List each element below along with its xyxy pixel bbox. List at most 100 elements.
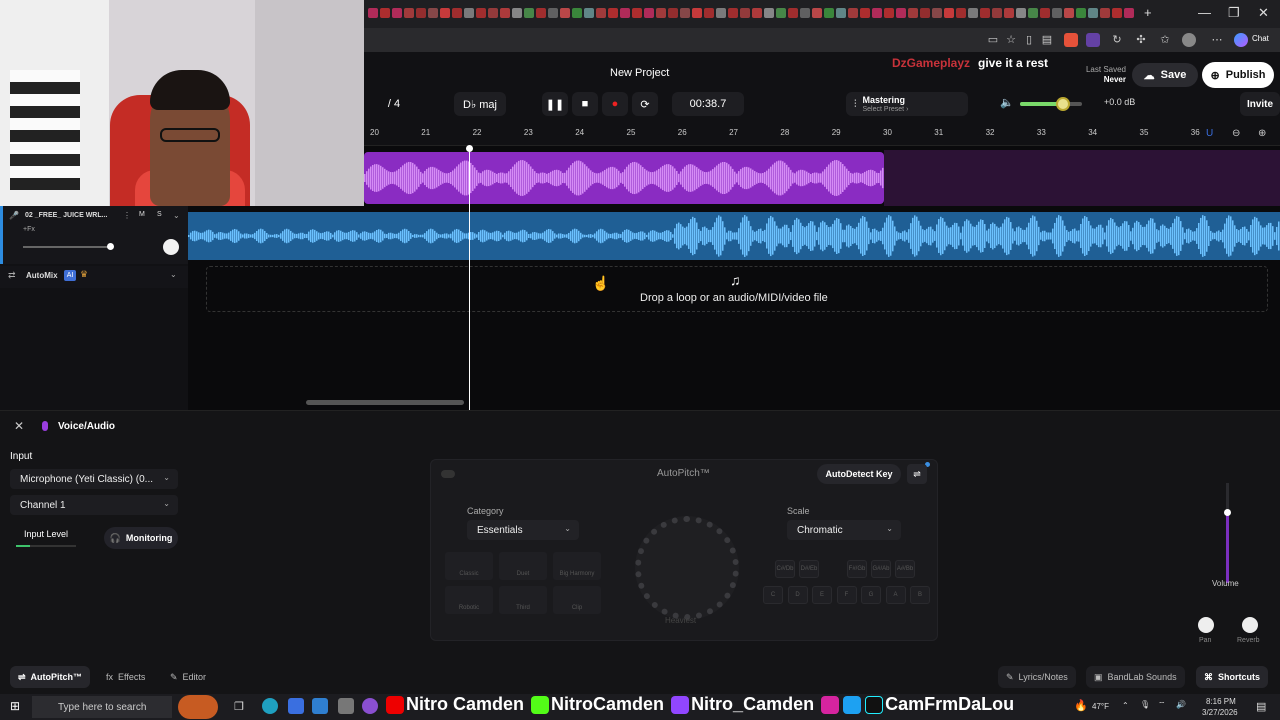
browser-tab-favicon[interactable]: [1100, 8, 1110, 18]
tab-editor[interactable]: ✎ Editor: [162, 666, 214, 688]
split-icon[interactable]: ▯: [1022, 33, 1036, 47]
volume-meter[interactable]: [1224, 483, 1231, 583]
close-icon[interactable]: ✕: [14, 419, 24, 433]
browser-tab-favicon[interactable]: [1088, 8, 1098, 18]
app-icon-4[interactable]: [362, 698, 378, 714]
maximize-button[interactable]: ❐: [1228, 5, 1240, 21]
horizontal-scrollbar[interactable]: [306, 400, 464, 405]
add-fx-button[interactable]: +Fx: [23, 226, 35, 233]
mic-tray-icon[interactable]: 🎙: [1140, 700, 1150, 709]
mute-button[interactable]: M: [139, 211, 145, 218]
speaker-icon[interactable]: 🔈: [1000, 96, 1014, 109]
extensions-icon[interactable]: ✣: [1134, 33, 1148, 47]
favorite-icon[interactable]: ☆: [1004, 33, 1018, 47]
autodetect-key-button[interactable]: AutoDetect Key: [817, 464, 901, 484]
browser-tab-favicon[interactable]: [512, 8, 522, 18]
channel-select[interactable]: Channel 1 ⌄: [10, 495, 178, 515]
browser-tab-favicon[interactable]: [776, 8, 786, 18]
scale-select[interactable]: Chromatic ⌄: [787, 520, 901, 540]
settings-icon[interactable]: ⇌: [907, 464, 927, 484]
browser-tab-favicon[interactable]: [632, 8, 642, 18]
browser-tab-favicon[interactable]: [488, 8, 498, 18]
browser-tab-favicon[interactable]: [716, 8, 726, 18]
task-view-icon[interactable]: ❐: [234, 700, 244, 713]
browser-tab-favicon[interactable]: [440, 8, 450, 18]
preset-button[interactable]: Robotic: [445, 586, 493, 614]
edge-icon[interactable]: [262, 698, 278, 714]
more-menu-icon[interactable]: ⋯: [1210, 33, 1224, 47]
browser-tab-favicon[interactable]: [560, 8, 570, 18]
solo-button[interactable]: S: [157, 211, 162, 218]
browser-tab-favicon[interactable]: [1052, 8, 1062, 18]
category-select[interactable]: Essentials ⌄: [467, 520, 579, 540]
track-chevron-icon[interactable]: ⌄: [173, 211, 180, 220]
browser-tab-favicon[interactable]: [524, 8, 534, 18]
key-button-sharp[interactable]: C#/Db: [775, 560, 795, 578]
browser-tab-favicon[interactable]: [368, 8, 378, 18]
browser-tab-favicon[interactable]: [764, 8, 774, 18]
taskbar-search-input[interactable]: Type here to search: [32, 696, 172, 718]
track-menu-icon[interactable]: ⋮: [123, 211, 131, 220]
preset-button[interactable]: Big Harmony: [553, 552, 601, 580]
favorites-bar-icon[interactable]: ✩: [1158, 33, 1172, 47]
browser-tab-favicon[interactable]: [740, 8, 750, 18]
key-button[interactable]: D♭ maj: [454, 92, 506, 116]
browser-tab-favicon[interactable]: [584, 8, 594, 18]
browser-tab-favicon[interactable]: [752, 8, 762, 18]
minimize-button[interactable]: —: [1198, 5, 1211, 20]
profile-avatar[interactable]: [1182, 33, 1196, 47]
browser-tab-favicon[interactable]: [896, 8, 906, 18]
stop-button[interactable]: ■: [572, 92, 598, 116]
loop-button[interactable]: ⟳: [632, 92, 658, 116]
playhead[interactable]: [469, 148, 470, 410]
tab-autopitch[interactable]: ⇌ AutoPitch™: [10, 666, 91, 688]
preset-button[interactable]: Clip: [553, 586, 601, 614]
pan-knob[interactable]: [1198, 617, 1214, 633]
track-pan-knob[interactable]: [163, 239, 179, 255]
preset-button[interactable]: Classic: [445, 552, 493, 580]
record-button[interactable]: ●: [602, 92, 628, 116]
browser-tab-favicon[interactable]: [608, 8, 618, 18]
zoom-out-icon[interactable]: ⊖: [1232, 128, 1240, 139]
key-button-natural[interactable]: E: [812, 586, 832, 604]
browser-tab-favicon[interactable]: [620, 8, 630, 18]
track-volume-knob[interactable]: [107, 243, 114, 250]
playhead-handle[interactable]: [466, 145, 473, 152]
time-signature[interactable]: / 4: [374, 92, 414, 116]
tab-lyrics[interactable]: ✎ Lyrics/Notes: [998, 666, 1076, 688]
browser-tab-favicon[interactable]: [656, 8, 666, 18]
browser-tab-favicon[interactable]: [980, 8, 990, 18]
key-button-natural[interactable]: B: [910, 586, 930, 604]
browser-tab-favicon[interactable]: [548, 8, 558, 18]
automix-chevron-icon[interactable]: ⌄: [170, 270, 177, 279]
browser-tab-favicon[interactable]: [404, 8, 414, 18]
notification-center-icon[interactable]: ▤: [1256, 700, 1266, 713]
browser-tab-favicon[interactable]: [500, 8, 510, 18]
tab-sounds[interactable]: ▣ BandLab Sounds: [1086, 666, 1185, 688]
browser-tab-favicon[interactable]: [704, 8, 714, 18]
key-button-natural[interactable]: G: [861, 586, 881, 604]
browser-tab-favicon[interactable]: [992, 8, 1002, 18]
key-button-sharp[interactable]: D#/Eb: [799, 560, 819, 578]
key-button-natural[interactable]: A: [885, 586, 906, 604]
windows-start-icon[interactable]: ⊞: [10, 699, 20, 713]
track-name[interactable]: 02 _FREE_ JUICE WRL...: [25, 212, 117, 219]
beat-clip[interactable]: [188, 212, 1280, 260]
reverb-knob[interactable]: [1242, 617, 1258, 633]
browser-tab-favicon[interactable]: [464, 8, 474, 18]
magnet-icon[interactable]: U: [1206, 128, 1213, 139]
master-volume-slider[interactable]: [1020, 97, 1082, 111]
pause-button[interactable]: ❚❚: [542, 92, 568, 116]
extension-icon[interactable]: [1064, 33, 1078, 47]
browser-tab-favicon[interactable]: [596, 8, 606, 18]
volume-tray-icon[interactable]: 🔊: [1176, 700, 1186, 709]
twitch-extension-icon[interactable]: [1086, 33, 1100, 47]
browser-tab-favicon[interactable]: [968, 8, 978, 18]
browser-tab-favicon[interactable]: [728, 8, 738, 18]
collections-icon[interactable]: ▤: [1040, 33, 1054, 47]
browser-tab-favicon[interactable]: [452, 8, 462, 18]
vocal-clip[interactable]: [364, 152, 884, 204]
browser-tab-favicon[interactable]: [824, 8, 834, 18]
volume-meter-knob[interactable]: [1224, 509, 1231, 516]
tray-chevron-icon[interactable]: ⌃: [1122, 701, 1129, 710]
